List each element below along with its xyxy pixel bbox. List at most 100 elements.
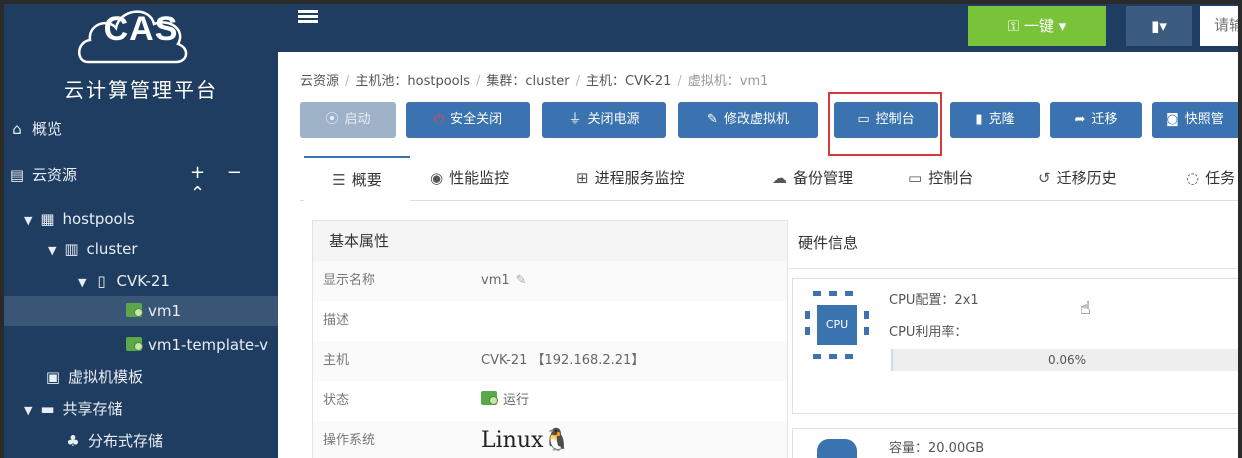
migrate-button[interactable]: ➦ 迁移	[1050, 102, 1142, 138]
nav-shared-storage[interactable]: ▼ ▬ 共享存储	[24, 394, 122, 424]
host-icon: ▯	[97, 272, 106, 290]
tree-item-vm1[interactable]: vm1	[4, 296, 278, 326]
nav-vm-templates-label: 虚拟机模板	[68, 368, 144, 386]
cpu-card: CPU CPU配置：2x1 CPU利用率： 0.06%	[792, 278, 1238, 414]
tab-overview[interactable]: ☰ 概要	[304, 156, 410, 202]
storage-capacity: 容量：20.00GB	[889, 441, 985, 456]
divider	[788, 268, 1238, 269]
tree-item-vm1-template[interactable]: vm1-template-v	[126, 330, 268, 360]
one-key-icon: ⚿	[1007, 17, 1024, 35]
tab-label: 备份管理	[793, 169, 854, 187]
edit-vm-button[interactable]: ✎ 修改虚拟机	[678, 102, 818, 138]
prop-value: Linux🐧	[481, 421, 571, 458]
clone-icon: ▮	[975, 112, 983, 127]
expand-caret-icon[interactable]: ▼	[24, 214, 32, 227]
template-icon: ▣	[45, 368, 61, 386]
cluster-icon: ▥	[64, 240, 79, 258]
snapshot-button[interactable]: ◙ 快照管	[1152, 102, 1238, 138]
backup-icon: ☁	[772, 169, 787, 187]
prop-row-host: 主机 CVK-21 【192.168.2.21】	[313, 341, 787, 381]
logo-text: CAS	[103, 10, 179, 48]
monitor-icon: ◉	[430, 169, 444, 187]
tab-label: 任务	[1205, 169, 1236, 187]
migrate-icon: ➦	[1074, 112, 1086, 127]
cpu-config: CPU配置：2x1	[889, 293, 979, 308]
start-button[interactable]: ⦿ 启动	[300, 102, 396, 138]
expand-caret-icon[interactable]: ▼	[24, 404, 32, 417]
safe-shutdown-button[interactable]: ⏻ 安全关闭	[406, 102, 530, 138]
user-menu-caret: ▾	[1159, 17, 1167, 35]
os-value: Linux	[481, 428, 544, 453]
nav-overview[interactable]: ⌂ 概览	[8, 114, 62, 144]
tree-item-label: cluster	[86, 240, 138, 258]
tab-migration-history[interactable]: ↺ 迁移历史	[1038, 156, 1117, 200]
cpu-usage-label: CPU利用率：	[889, 325, 968, 340]
display-name-value: vm1	[481, 273, 510, 288]
cpu-usage-bar: 0.06%	[891, 349, 1238, 371]
tree-item-label: vm1-template-v	[148, 336, 269, 354]
cpu-chip-label: CPU	[817, 305, 857, 345]
tab-backup[interactable]: ☁ 备份管理	[772, 156, 853, 200]
tab-process-monitor[interactable]: ⊞ 进程服务监控	[576, 156, 685, 200]
task-icon: ◌	[1186, 169, 1200, 187]
user-menu-button[interactable]: ▮▾	[1126, 6, 1192, 46]
tree-item-host[interactable]: ▼ ▯ CVK-21	[78, 266, 170, 296]
menu-toggle-icon[interactable]	[298, 10, 318, 26]
home-icon: ⌂	[12, 120, 22, 138]
breadcrumb-item[interactable]: 云资源	[300, 74, 339, 89]
nav-cloud-resources[interactable]: ▤ 云资源	[8, 160, 77, 190]
cloud-resources-icon: ▤	[9, 166, 25, 184]
breadcrumb: 云资源 / 主机池：hostpools / 集群：cluster / 主机：CVK-21/虚…	[300, 74, 769, 89]
linux-penguin-icon: 🐧	[543, 428, 571, 453]
vm-icon	[126, 337, 143, 351]
edit-vm-label: 修改虚拟机	[723, 112, 789, 127]
power-off-button[interactable]: ⏚ 关闭电源	[542, 102, 666, 138]
clone-button[interactable]: ▮ 克隆	[950, 102, 1040, 138]
breadcrumb-item[interactable]: 集群：cluster	[486, 74, 569, 89]
power-off-label: 关闭电源	[587, 112, 640, 127]
shutdown-icon: ⏻	[433, 112, 445, 127]
breadcrumb-current: 虚拟机：vm1	[687, 74, 769, 89]
prop-row-display-name: 显示名称 vm1 ✎	[313, 261, 787, 301]
hardware-title: 硬件信息	[798, 234, 859, 252]
tab-tasks[interactable]: ◌ 任务	[1186, 156, 1235, 200]
distributed-storage-icon: ♣	[66, 432, 80, 450]
prop-label: 操作系统	[323, 433, 376, 448]
nav-distributed-storage[interactable]: ♣ 分布式存储	[64, 426, 163, 456]
prop-row-status: 状态 运行	[313, 381, 787, 421]
tree-item-label: hostpools	[62, 210, 135, 228]
expand-caret-icon[interactable]: ▼	[78, 276, 86, 289]
vm-icon	[126, 303, 143, 317]
prop-row-os: 操作系统 Linux🐧	[313, 421, 787, 458]
plug-icon: ⏚	[568, 112, 582, 127]
prop-label: 显示名称	[323, 273, 376, 288]
tree-item-cluster[interactable]: ▼ ▥ cluster	[48, 234, 137, 264]
tab-console[interactable]: ▭ 控制台	[908, 156, 973, 200]
tab-performance[interactable]: ◉ 性能监控	[430, 156, 509, 200]
nav-vm-templates[interactable]: ▣ 虚拟机模板	[44, 362, 143, 392]
storage-icon: ▬	[40, 400, 55, 418]
console-highlight-annotation	[828, 92, 942, 156]
tab-label: 进程服务监控	[594, 169, 685, 187]
one-key-button[interactable]: ⚿ 一键 ▾	[968, 6, 1106, 46]
breadcrumb-item[interactable]: 主机：CVK-21	[586, 74, 671, 89]
power-on-icon: ⦿	[325, 112, 339, 127]
logo-area: CAS 云计算管理平台	[4, 4, 278, 108]
cloud-resources-actions[interactable]: + − ⌃	[190, 162, 278, 204]
edit-pencil-icon[interactable]: ✎	[516, 273, 527, 288]
start-button-label: 启动	[344, 112, 371, 127]
mouse-pointer-icon: ☝	[1080, 298, 1091, 319]
snapshot-label: 快照管	[1184, 112, 1224, 127]
app-window: CAS 云计算管理平台 ⌂ 概览 ▤ 云资源 + − ⌃ ▼ ▦ hostpools ▼…	[4, 4, 1238, 458]
one-key-label: 一键 ▾	[1023, 17, 1067, 35]
breadcrumb-item[interactable]: 主机池：hostpools	[355, 74, 470, 89]
status-value: 运行	[503, 393, 530, 408]
search-input[interactable]	[1200, 6, 1238, 46]
expand-caret-icon[interactable]: ▼	[48, 244, 56, 257]
storage-card: 容量：20.00GB	[792, 428, 1238, 458]
prop-label: 状态	[323, 393, 350, 408]
tree-item-hostpools[interactable]: ▼ ▦ hostpools	[24, 204, 135, 234]
cpu-usage-value: 0.06%	[1047, 353, 1087, 367]
server-group-icon: ▦	[40, 210, 55, 228]
top-bar: ⚿ 一键 ▾ ▮▾	[278, 4, 1238, 52]
